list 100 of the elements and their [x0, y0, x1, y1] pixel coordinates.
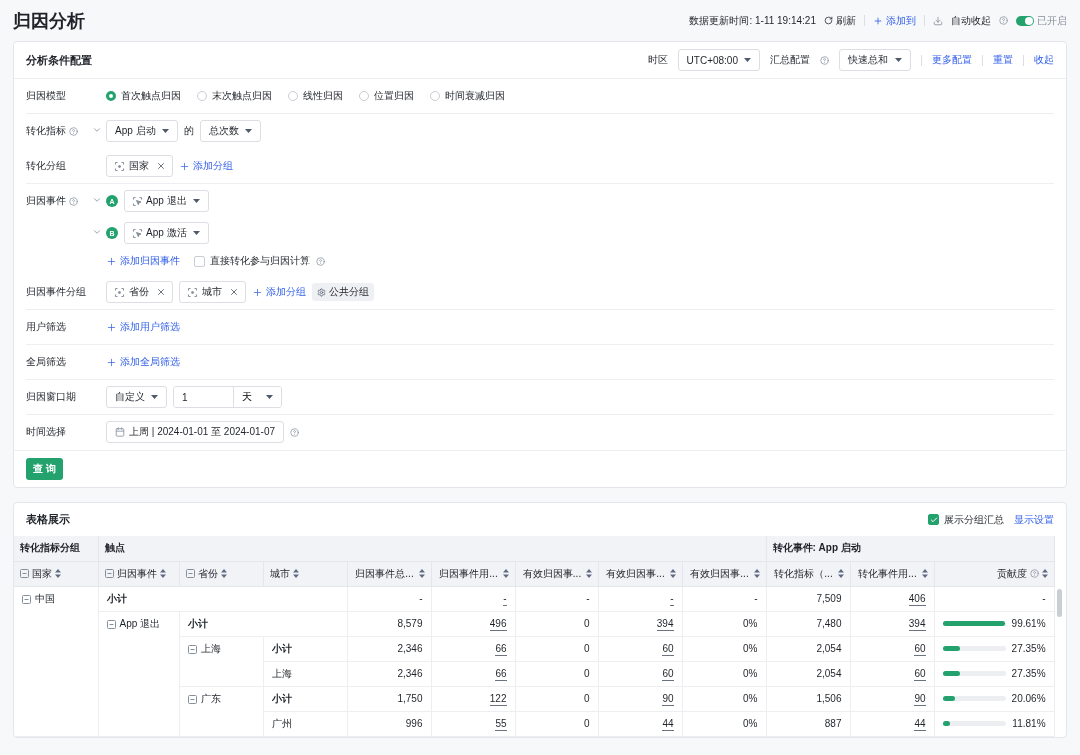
column-header[interactable]: 省份 — [179, 561, 263, 586]
remove-icon[interactable] — [156, 161, 166, 171]
measure-select[interactable]: 总次数 — [199, 120, 261, 142]
sort-icon[interactable] — [502, 569, 509, 578]
plus-icon — [106, 321, 117, 333]
checkbox-option[interactable]: 展示分组汇总 — [928, 512, 1004, 527]
column-header[interactable]: 有效归因事... — [682, 561, 766, 586]
event-select[interactable]: App 激活 — [124, 222, 209, 244]
checkbox[interactable] — [928, 514, 939, 525]
sort-icon[interactable] — [292, 569, 299, 578]
collapse-icon[interactable] — [106, 619, 116, 629]
column-header[interactable]: 归因事件用... — [431, 561, 515, 586]
checkbox[interactable] — [194, 255, 205, 267]
add-link[interactable]: 添加用户筛选 — [106, 320, 180, 334]
refresh-button[interactable]: 刷新 — [824, 13, 856, 28]
sort-icon[interactable] — [669, 569, 676, 578]
table-cell: 406 — [850, 586, 934, 611]
radio-icon[interactable] — [430, 91, 440, 101]
column-header[interactable]: 归因事件总... — [347, 561, 431, 586]
radio-option[interactable]: 位置归因 — [359, 89, 414, 103]
collapse-icon[interactable] — [22, 594, 31, 604]
scrollbar[interactable] — [1057, 589, 1063, 617]
summary-select[interactable]: 快速总和 — [839, 49, 911, 71]
add-link[interactable]: 添加归因事件 — [106, 254, 180, 268]
sort-icon[interactable] — [1041, 569, 1048, 578]
column-header[interactable]: 贡献度 — [934, 561, 1055, 586]
header-link[interactable]: 收起 — [1034, 53, 1054, 67]
table-cell: - — [682, 586, 766, 611]
window-field[interactable]: 1 天 — [173, 386, 282, 408]
help-icon — [290, 427, 299, 437]
download-icon[interactable] — [933, 15, 943, 26]
sort-icon[interactable] — [753, 569, 760, 578]
public-group-button[interactable]: 公共分组 — [312, 283, 374, 301]
sort-icon[interactable] — [837, 569, 844, 578]
column-header[interactable]: 归因事件 — [98, 561, 179, 586]
table-cell: 996 — [347, 711, 431, 736]
caret-icon — [744, 58, 751, 62]
add-to-button[interactable]: 添加到 — [873, 13, 916, 28]
radio-option[interactable]: 时间衰减归因 — [430, 89, 505, 103]
collapse-icon[interactable] — [187, 694, 197, 704]
radio-icon[interactable] — [359, 91, 369, 101]
column-header[interactable]: 有效归因事... — [598, 561, 682, 586]
table-cell: 小计 — [98, 586, 347, 611]
radio-icon[interactable] — [288, 91, 298, 101]
table-cell: 394 — [598, 611, 682, 636]
plus-icon — [873, 15, 883, 26]
header-link[interactable]: 重置 — [993, 53, 1013, 67]
mode-select[interactable]: 自定义 — [106, 386, 167, 408]
tree-label: 广东 — [200, 692, 221, 706]
radio-option[interactable]: 末次触点归因 — [197, 89, 272, 103]
column-header[interactable]: 国家 — [14, 561, 98, 586]
column-header[interactable]: 城市 — [263, 561, 347, 586]
sort-icon[interactable] — [220, 569, 227, 578]
column-header[interactable]: 有效归因事... — [515, 561, 598, 586]
table-cell: 0 — [515, 661, 598, 686]
remove-icon[interactable] — [229, 287, 239, 297]
event-select[interactable]: App 退出 — [124, 190, 209, 212]
tree-label: 上海 — [200, 642, 221, 656]
settings-link[interactable]: 显示设置 — [1014, 512, 1054, 527]
field-label: 用户筛选 — [26, 320, 66, 334]
table-cell: 2,054 — [766, 661, 850, 686]
table-cell: 小计 — [263, 686, 347, 711]
group-header: 触点 — [98, 536, 766, 561]
chevron-icon[interactable] — [92, 125, 102, 135]
header-link[interactable]: 更多配置 — [932, 53, 972, 67]
field-label: 归因窗口期 — [26, 390, 76, 404]
radio-icon[interactable] — [197, 91, 207, 101]
checkbox-option[interactable]: 直接转化参与归因计算 — [194, 254, 310, 268]
sort-icon[interactable] — [55, 569, 61, 578]
page-title: 归因分析 — [13, 9, 85, 33]
table-cell: 上海 — [263, 661, 347, 686]
add-link[interactable]: 添加分组 — [252, 285, 306, 299]
collapse-icon[interactable] — [185, 569, 195, 578]
timezone-select[interactable]: UTC+08:00 — [677, 49, 760, 71]
table-cell: 0% — [682, 611, 766, 636]
collapse-icon[interactable] — [187, 644, 197, 654]
table-cell: 887 — [766, 711, 850, 736]
share-bar — [942, 696, 1006, 701]
remove-icon[interactable] — [156, 287, 166, 297]
radio-icon[interactable] — [106, 91, 116, 101]
sort-icon[interactable] — [418, 569, 425, 578]
column-header[interactable]: 转化指标（... — [766, 561, 850, 586]
radio-option[interactable]: 首次触点归因 — [106, 89, 181, 103]
column-header[interactable]: 转化事件用... — [850, 561, 934, 586]
field-label: 转化分组 — [26, 159, 66, 173]
sort-icon[interactable] — [585, 569, 592, 578]
sort-icon[interactable] — [159, 569, 166, 578]
collapse-icon[interactable] — [104, 569, 114, 578]
chevron-icon[interactable] — [92, 227, 102, 237]
tag-label: 国家 — [129, 159, 149, 173]
auto-collapse-toggle[interactable] — [1016, 15, 1034, 26]
chevron-icon[interactable] — [92, 195, 102, 205]
scan-icon — [188, 287, 197, 297]
radio-option[interactable]: 线性归因 — [288, 89, 343, 103]
date-range-picker[interactable]: 上周 | 2024-01-01 至 2024-01-07 — [106, 421, 284, 443]
add-link[interactable]: 添加全局筛选 — [106, 355, 180, 369]
collapse-icon[interactable] — [20, 569, 29, 578]
add-link[interactable]: 添加分组 — [179, 159, 233, 173]
event-select[interactable]: App 启动 — [106, 120, 178, 142]
sort-icon[interactable] — [921, 569, 928, 578]
